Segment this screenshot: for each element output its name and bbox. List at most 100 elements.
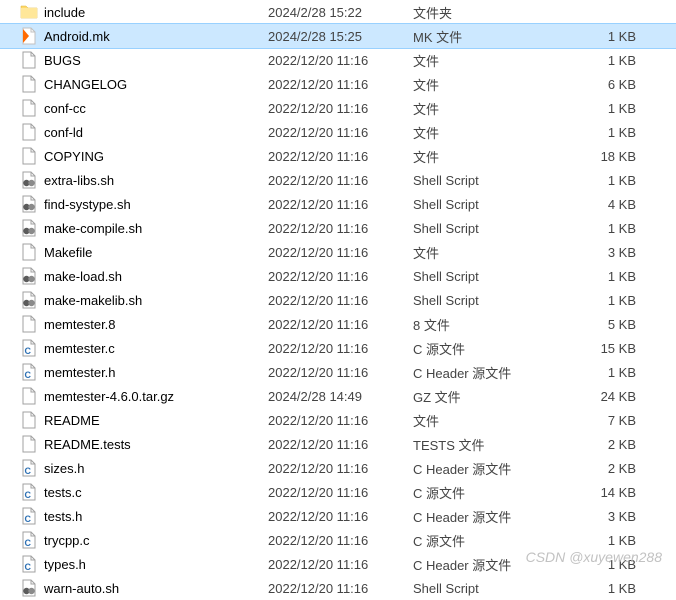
file-type: Shell Script [413, 269, 568, 284]
file-size: 24 KB [568, 389, 648, 404]
file-row[interactable]: include2024/2/28 15:22文件夹 [0, 0, 676, 24]
c-icon [20, 363, 38, 381]
file-name-cell[interactable]: conf-cc [20, 99, 268, 117]
file-name-cell[interactable]: Makefile [20, 243, 268, 261]
file-row[interactable]: make-makelib.sh2022/12/20 11:16Shell Scr… [0, 288, 676, 312]
file-type: Shell Script [413, 221, 568, 236]
file-name: conf-cc [44, 101, 86, 116]
file-size: 1 KB [568, 173, 648, 188]
file-size: 1 KB [568, 101, 648, 116]
file-row[interactable]: conf-ld2022/12/20 11:16文件1 KB [0, 120, 676, 144]
file-row[interactable]: make-load.sh2022/12/20 11:16Shell Script… [0, 264, 676, 288]
file-size: 18 KB [568, 149, 648, 164]
file-name-cell[interactable]: tests.c [20, 483, 268, 501]
file-row[interactable]: Makefile2022/12/20 11:16文件3 KB [0, 240, 676, 264]
file-type: 文件 [413, 147, 568, 166]
file-name-cell[interactable]: README.tests [20, 435, 268, 453]
file-icon [20, 147, 38, 165]
file-name-cell[interactable]: README [20, 411, 268, 429]
file-name: warn-auto.sh [44, 581, 119, 596]
file-name-cell[interactable]: warn-auto.sh [20, 579, 268, 597]
file-name-cell[interactable]: include [20, 3, 268, 21]
file-name-cell[interactable]: BUGS [20, 51, 268, 69]
file-list[interactable]: include2024/2/28 15:22文件夹 Android.mk 2024/… [0, 0, 676, 600]
file-type: C Header 源文件 [413, 507, 568, 526]
file-name-cell[interactable]: memtester.c [20, 339, 268, 357]
file-row[interactable]: extra-libs.sh2022/12/20 11:16Shell Scrip… [0, 168, 676, 192]
file-date: 2022/12/20 11:16 [268, 365, 413, 380]
file-date: 2022/12/20 11:16 [268, 245, 413, 260]
file-name-cell[interactable]: COPYING [20, 147, 268, 165]
file-row[interactable]: CHANGELOG2022/12/20 11:16文件6 KB [0, 72, 676, 96]
file-type: 文件 [413, 75, 568, 94]
file-name-cell[interactable]: make-makelib.sh [20, 291, 268, 309]
file-name-cell[interactable]: extra-libs.sh [20, 171, 268, 189]
file-date: 2022/12/20 11:16 [268, 149, 413, 164]
file-name-cell[interactable]: memtester-4.6.0.tar.gz [20, 387, 268, 405]
file-row[interactable]: COPYING 2022/12/20 11:16文件18 KB [0, 144, 676, 168]
file-name: tests.c [44, 485, 82, 500]
file-name-cell[interactable]: conf-ld [20, 123, 268, 141]
file-row[interactable]: tests.c2022/12/20 11:16C 源文件14 KB [0, 480, 676, 504]
file-row[interactable]: find-systype.sh2022/12/20 11:16Shell Scr… [0, 192, 676, 216]
file-size: 14 KB [568, 485, 648, 500]
file-row[interactable]: sizes.h2022/12/20 11:16C Header 源文件2 KB [0, 456, 676, 480]
file-row[interactable]: conf-cc2022/12/20 11:16文件1 KB [0, 96, 676, 120]
file-row[interactable]: memtester.h2022/12/20 11:16C Header 源文件1… [0, 360, 676, 384]
file-row[interactable]: README2022/12/20 11:16文件7 KB [0, 408, 676, 432]
file-row[interactable]: memtester.82022/12/20 11:168 文件5 KB [0, 312, 676, 336]
file-size: 1 KB [568, 29, 648, 44]
sh-icon [20, 195, 38, 213]
file-row[interactable]: Android.mk2024/2/28 15:25MK 文件1 KB [0, 24, 676, 48]
file-date: 2022/12/20 11:16 [268, 101, 413, 116]
file-size: 1 KB [568, 221, 648, 236]
file-row[interactable]: memtester-4.6.0.tar.gz2024/2/28 14:49GZ … [0, 384, 676, 408]
file-type: 文件 [413, 243, 568, 262]
file-name-cell[interactable]: Android.mk [20, 27, 268, 45]
file-name-cell[interactable]: tests.h [20, 507, 268, 525]
file-name: memtester.c [44, 341, 115, 356]
file-name-cell[interactable]: memtester.8 [20, 315, 268, 333]
file-row[interactable]: README.tests2022/12/20 11:16TESTS 文件2 KB [0, 432, 676, 456]
file-size: 7 KB [568, 413, 648, 428]
file-row[interactable]: memtester.c2022/12/20 11:16C 源文件15 KB [0, 336, 676, 360]
file-type: C 源文件 [413, 483, 568, 502]
file-name-cell[interactable]: make-compile.sh [20, 219, 268, 237]
file-row[interactable]: warn-auto.sh2022/12/20 11:16Shell Script… [0, 576, 676, 600]
file-name: trycpp.c [44, 533, 90, 548]
file-name: memtester.h [44, 365, 116, 380]
file-name: make-makelib.sh [44, 293, 142, 308]
file-row[interactable]: make-compile.sh2022/12/20 11:16Shell Scr… [0, 216, 676, 240]
file-date: 2022/12/20 11:16 [268, 581, 413, 596]
file-name: memtester-4.6.0.tar.gz [44, 389, 174, 404]
file-name-cell[interactable]: make-load.sh [20, 267, 268, 285]
sh-icon [20, 171, 38, 189]
file-name-cell[interactable]: CHANGELOG [20, 75, 268, 93]
c-icon [20, 531, 38, 549]
file-name: Android.mk [44, 29, 110, 44]
file-name-cell[interactable]: find-systype.sh [20, 195, 268, 213]
file-icon [20, 411, 38, 429]
file-name-cell[interactable]: memtester.h [20, 363, 268, 381]
file-name: README.tests [44, 437, 131, 452]
file-name: find-systype.sh [44, 197, 131, 212]
file-name: memtester.8 [44, 317, 116, 332]
file-date: 2024/2/28 15:25 [268, 29, 413, 44]
file-type: 8 文件 [413, 315, 568, 334]
file-name-cell[interactable]: sizes.h [20, 459, 268, 477]
watermark-text: CSDN @xuyewen288 [526, 549, 662, 565]
file-row[interactable]: tests.h2022/12/20 11:16C Header 源文件3 KB [0, 504, 676, 528]
file-row[interactable]: BUGS2022/12/20 11:16文件1 KB [0, 48, 676, 72]
file-name-cell[interactable]: trycpp.c [20, 531, 268, 549]
file-size: 3 KB [568, 509, 648, 524]
file-name-cell[interactable]: types.h [20, 555, 268, 573]
folder-icon [20, 3, 38, 21]
c-icon [20, 507, 38, 525]
file-date: 2022/12/20 11:16 [268, 77, 413, 92]
file-type: Shell Script [413, 293, 568, 308]
file-size: 1 KB [568, 293, 648, 308]
file-date: 2022/12/20 11:16 [268, 221, 413, 236]
file-size: 5 KB [568, 317, 648, 332]
file-size: 1 KB [568, 365, 648, 380]
file-name: COPYING [44, 149, 104, 164]
